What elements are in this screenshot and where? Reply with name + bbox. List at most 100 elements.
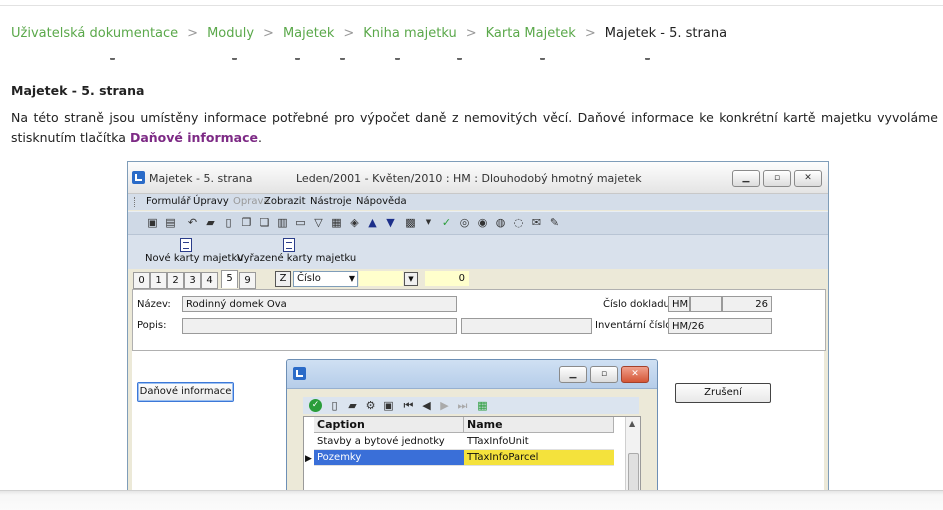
menu-nastroje[interactable]: Nástroje <box>310 196 352 207</box>
binoculars-icon[interactable]: ◎ <box>458 216 471 229</box>
breadcrumb-link[interactable]: Karta Majetek <box>486 26 576 41</box>
paste-icon[interactable]: ❏ <box>258 216 271 229</box>
breadcrumb-separator: > <box>343 26 355 41</box>
edit-icon[interactable]: ✎ <box>548 216 561 229</box>
dialog-minimize-button[interactable]: ▁ <box>559 366 587 383</box>
dan-info-button[interactable]: Daňové informace <box>137 382 234 402</box>
dialog-titlebar: ▁ ▫ ✕ <box>287 360 657 389</box>
document-icon[interactable]: ▭ <box>294 216 307 229</box>
new-icon[interactable]: ▯ <box>328 399 341 412</box>
check-arrow-icon[interactable]: ✓ <box>440 216 453 229</box>
first-icon[interactable]: ⏮ <box>402 399 415 412</box>
grid-scrollbar[interactable]: ▲ <box>625 417 640 491</box>
tab-3[interactable]: 3 <box>184 272 201 289</box>
binoculars-next-icon[interactable]: ◉ <box>476 216 489 229</box>
filter-icon[interactable]: ▽ <box>312 216 325 229</box>
settings-icon[interactable]: ⚙ <box>364 399 377 412</box>
popis-extra-field[interactable] <box>461 318 592 334</box>
nazev-field[interactable]: Rodinný domek Ova <box>182 296 457 312</box>
next-icon[interactable]: ▶ <box>438 399 451 412</box>
tab-4[interactable]: 4 <box>201 272 218 289</box>
number-input[interactable]: 0 <box>425 271 469 286</box>
popis-field[interactable] <box>182 318 457 334</box>
prev-icon[interactable]: ◀ <box>420 399 433 412</box>
arrow-up-icon[interactable]: ▲ <box>366 216 379 229</box>
grip-icon <box>134 197 138 207</box>
z-button[interactable]: Z <box>275 271 291 287</box>
doc-prefix-field[interactable]: HM <box>668 296 690 312</box>
breadcrumb-link[interactable]: Kniha majetku <box>363 26 456 41</box>
table-row-name-selected[interactable]: TTaxInfoParcel <box>464 450 614 466</box>
disposed-cards-button[interactable]: Vyřazené karty majetku <box>237 253 356 264</box>
nazev-label: Název: <box>137 299 171 310</box>
scroll-thumb[interactable] <box>628 453 639 491</box>
main-toolbar: ▣ ▤ ↶ ▰ ▯ ❐ ❏ ▥ ▭ ▽ ▦ ◈ ▲ ▼ ▩ ▼ ✓ ◎ ◉ ◍ … <box>128 211 828 234</box>
binoculars-all-icon[interactable]: ◌ <box>512 216 525 229</box>
menu-formular[interactable]: Formulář <box>146 196 191 207</box>
confirm-icon[interactable]: ✓ <box>309 399 322 412</box>
tax-info-dialog: ▁ ▫ ✕ ✓ ▯ ▰ ⚙ ▣ ⏮ ◀ ▶ ⏭ ▦ Caption Name S… <box>286 359 658 491</box>
print-icon[interactable]: ▩ <box>404 216 417 229</box>
copy-icon[interactable]: ❐ <box>240 216 253 229</box>
open-folder-icon[interactable]: ▰ <box>204 216 217 229</box>
table-row-caption[interactable]: Stavby a bytové jednotky <box>314 434 464 450</box>
menu-upravy[interactable]: Úpravy <box>193 196 229 207</box>
tab-1[interactable]: 1 <box>150 272 167 289</box>
book-icon[interactable]: ▥ <box>276 216 289 229</box>
arrow-down-icon[interactable]: ▼ <box>384 216 397 229</box>
attach-icon[interactable]: ▣ <box>382 399 395 412</box>
app-icon <box>132 171 145 184</box>
tab-5[interactable]: 5 <box>221 270 238 288</box>
breadcrumb-link[interactable]: Majetek <box>283 26 334 41</box>
dialog-toolbar: ✓ ▯ ▰ ⚙ ▣ ⏮ ◀ ▶ ⏭ ▦ <box>303 397 639 414</box>
menu-napoveda[interactable]: Nápověda <box>356 196 407 207</box>
scroll-up-icon[interactable]: ▲ <box>629 419 635 428</box>
last-icon[interactable]: ⏭ <box>456 399 469 412</box>
dialog-maximize-button[interactable]: ▫ <box>590 366 618 383</box>
report-icon[interactable]: ▦ <box>330 216 343 229</box>
sort-combo[interactable]: Číslo <box>293 271 358 287</box>
dialog-close-button[interactable]: ✕ <box>621 366 649 383</box>
zruseni-button[interactable]: Zrušení <box>675 383 771 403</box>
binoculars-prev-icon[interactable]: ◍ <box>494 216 507 229</box>
window-titlebar: Majetek - 5. strana Leden/2001 - Květen/… <box>128 162 828 194</box>
bottom-divider <box>0 490 943 510</box>
doc-number-label: Číslo dokladu: <box>603 299 674 310</box>
description-paragraph: Na této straně jsou umístěny informace p… <box>11 108 938 148</box>
breadcrumb-link[interactable]: Uživatelská dokumentace <box>11 26 178 41</box>
search-input[interactable] <box>359 271 403 286</box>
tax-info-grid: Caption Name Stavby a bytové jednotky TT… <box>303 416 641 491</box>
excel-icon[interactable]: ▦ <box>476 399 489 412</box>
close-button[interactable]: ✕ <box>794 170 822 187</box>
cards-icon <box>180 238 192 252</box>
breadcrumb-separator: > <box>584 26 596 41</box>
stack-icon[interactable]: ◈ <box>348 216 361 229</box>
table-row-caption-selected[interactable]: Pozemky <box>314 450 464 466</box>
doc-series-field[interactable] <box>690 296 722 312</box>
minimize-button[interactable]: ▁ <box>732 170 760 187</box>
tab-9[interactable]: 9 <box>239 272 256 289</box>
dropdown-icon[interactable]: ▼ <box>422 216 435 229</box>
mail-icon[interactable]: ✉ <box>530 216 543 229</box>
save-icon[interactable]: ▣ <box>146 216 159 229</box>
row-pointer-icon: ▶ <box>305 454 312 464</box>
open-icon[interactable]: ▰ <box>346 399 359 412</box>
tab-0[interactable]: 0 <box>133 272 150 289</box>
tab-content: Daňové informace Zrušení ▁ ▫ ✕ ✓ ▯ ▰ ⚙ ▣… <box>132 351 824 491</box>
menu-zobrazit[interactable]: Zobrazit <box>264 196 306 207</box>
table-row-name[interactable]: TTaxInfoUnit <box>464 434 614 450</box>
breadcrumb-link[interactable]: Moduly <box>207 26 254 41</box>
new-cards-button[interactable]: Nové karty majetku <box>145 253 243 264</box>
chevron-down-icon[interactable]: ▼ <box>404 272 418 286</box>
undo-icon[interactable]: ↶ <box>186 216 199 229</box>
tab-2[interactable]: 2 <box>167 272 184 289</box>
header-form: Název: Rodinný domek Ova Popis: Číslo do… <box>132 289 826 351</box>
save-as-icon[interactable]: ▤ <box>164 216 177 229</box>
dan-info-emphasis: Daňové informace <box>129 130 258 145</box>
doc-number-field[interactable]: 26 <box>722 296 772 312</box>
maximize-button[interactable]: ▫ <box>763 170 791 187</box>
col-name-header[interactable]: Name <box>464 417 614 433</box>
col-caption-header[interactable]: Caption <box>314 417 464 433</box>
new-document-icon[interactable]: ▯ <box>222 216 235 229</box>
inventory-field[interactable]: HM/26 <box>668 318 772 334</box>
